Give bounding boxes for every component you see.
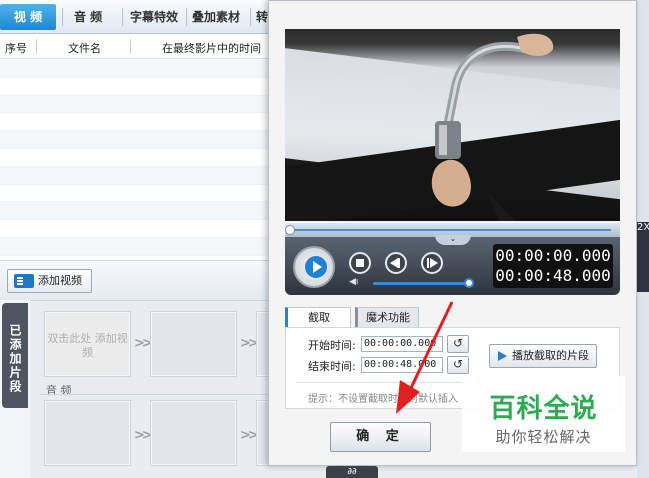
table-row[interactable] (0, 148, 275, 167)
seek-handle[interactable] (285, 225, 295, 235)
add-clip-slot[interactable]: 双击此处 添加视频 (44, 311, 131, 377)
table-row[interactable] (0, 237, 275, 256)
table-row[interactable] (0, 113, 275, 132)
ok-button[interactable]: 确 定 (330, 422, 431, 452)
audio-track-divider (40, 394, 270, 395)
arrow-right-icon: >> (240, 336, 259, 351)
faucet-image (431, 33, 554, 221)
add-video-label: 添加视频 (38, 274, 82, 287)
tab-subtitle-effects[interactable]: 字幕特效 (130, 6, 178, 28)
arrow-right-icon: >> (134, 428, 153, 443)
play-button[interactable] (293, 246, 335, 288)
tab-video[interactable]: 视 频 (0, 4, 56, 30)
audio-clip-slot[interactable] (44, 400, 131, 466)
right-panel-control[interactable]: 2X (637, 222, 649, 292)
audio-clip-slot[interactable] (150, 400, 237, 466)
add-video-button[interactable]: 添加视频 (7, 269, 92, 293)
table-row[interactable] (0, 77, 275, 96)
table-row[interactable] (0, 202, 275, 221)
end-time-label: 结束时间: (308, 360, 356, 373)
table-row[interactable] (0, 131, 275, 149)
tab-audio[interactable]: 音 频 (74, 6, 102, 28)
volume-handle[interactable] (464, 278, 474, 288)
audio-track-label: 音 频 (46, 384, 72, 397)
play-icon (305, 256, 327, 278)
play-trimmed-clip-button[interactable]: 播放截取的片段 (489, 344, 597, 368)
player-controls: ⌄ ◀ı 00:00:00.000 00:00:48.000 (285, 235, 620, 295)
tab-divider (122, 8, 123, 26)
table-row[interactable] (0, 95, 275, 114)
added-clips-label: 已添加片段 (2, 303, 28, 408)
column-divider (36, 39, 37, 54)
start-time-label: 开始时间: (308, 339, 356, 352)
clip-slot[interactable] (150, 311, 237, 377)
add-video-bar: 添加视频 (0, 260, 275, 300)
zoom-label: 2X (637, 222, 649, 233)
arrow-right-icon: >> (134, 336, 153, 351)
arrow-right-icon: >> (240, 428, 259, 443)
tab-trim[interactable]: 截取 (285, 307, 351, 328)
main-tab-bar: 视 频 音 频 字幕特效 叠加素材 转 (0, 0, 275, 34)
annotation-arrow (396, 301, 454, 414)
table-row[interactable] (0, 166, 275, 185)
column-divider (130, 39, 131, 54)
table-row[interactable] (0, 60, 275, 78)
file-list (0, 60, 275, 260)
add-clip-hint: 双击此处 添加视频 (47, 332, 128, 359)
watermark: 百科全说 助你轻松解决 (462, 376, 625, 452)
column-filename[interactable]: 文件名 (68, 40, 101, 56)
video-preview (285, 29, 620, 221)
volume-icon[interactable]: ◀ı (349, 278, 359, 287)
stop-button[interactable] (349, 252, 371, 274)
tab-overlay-material[interactable]: 叠加素材 (192, 6, 240, 28)
volume-slider[interactable] (373, 282, 469, 285)
total-time: 00:00:48.000 (495, 266, 611, 285)
current-time: 00:00:00.000 (495, 246, 611, 265)
column-time-in-movie[interactable]: 在最终影片中的时间 (162, 40, 261, 56)
seek-progress (291, 229, 611, 231)
table-row[interactable] (0, 184, 275, 203)
column-index[interactable]: 序号 (5, 40, 27, 56)
watermark-title: 百科全说 (489, 394, 598, 424)
film-icon (14, 274, 34, 288)
time-display: 00:00:00.000 00:00:48.000 (493, 244, 613, 288)
previous-frame-button[interactable] (385, 252, 407, 274)
tab-divider (62, 8, 63, 26)
tab-divider (250, 8, 251, 26)
next-frame-button[interactable] (421, 252, 443, 274)
chevron-down-icon[interactable]: ⌄ (435, 235, 471, 245)
watermark-subtitle: 助你轻松解决 (495, 428, 592, 446)
tab-transition[interactable]: 转 (256, 6, 268, 28)
tab-divider (186, 8, 187, 26)
file-list-header: 序号 文件名 在最终影片中的时间 (0, 35, 275, 59)
table-row[interactable] (0, 220, 275, 238)
bottom-handle[interactable]: ∂∂ (326, 466, 378, 478)
